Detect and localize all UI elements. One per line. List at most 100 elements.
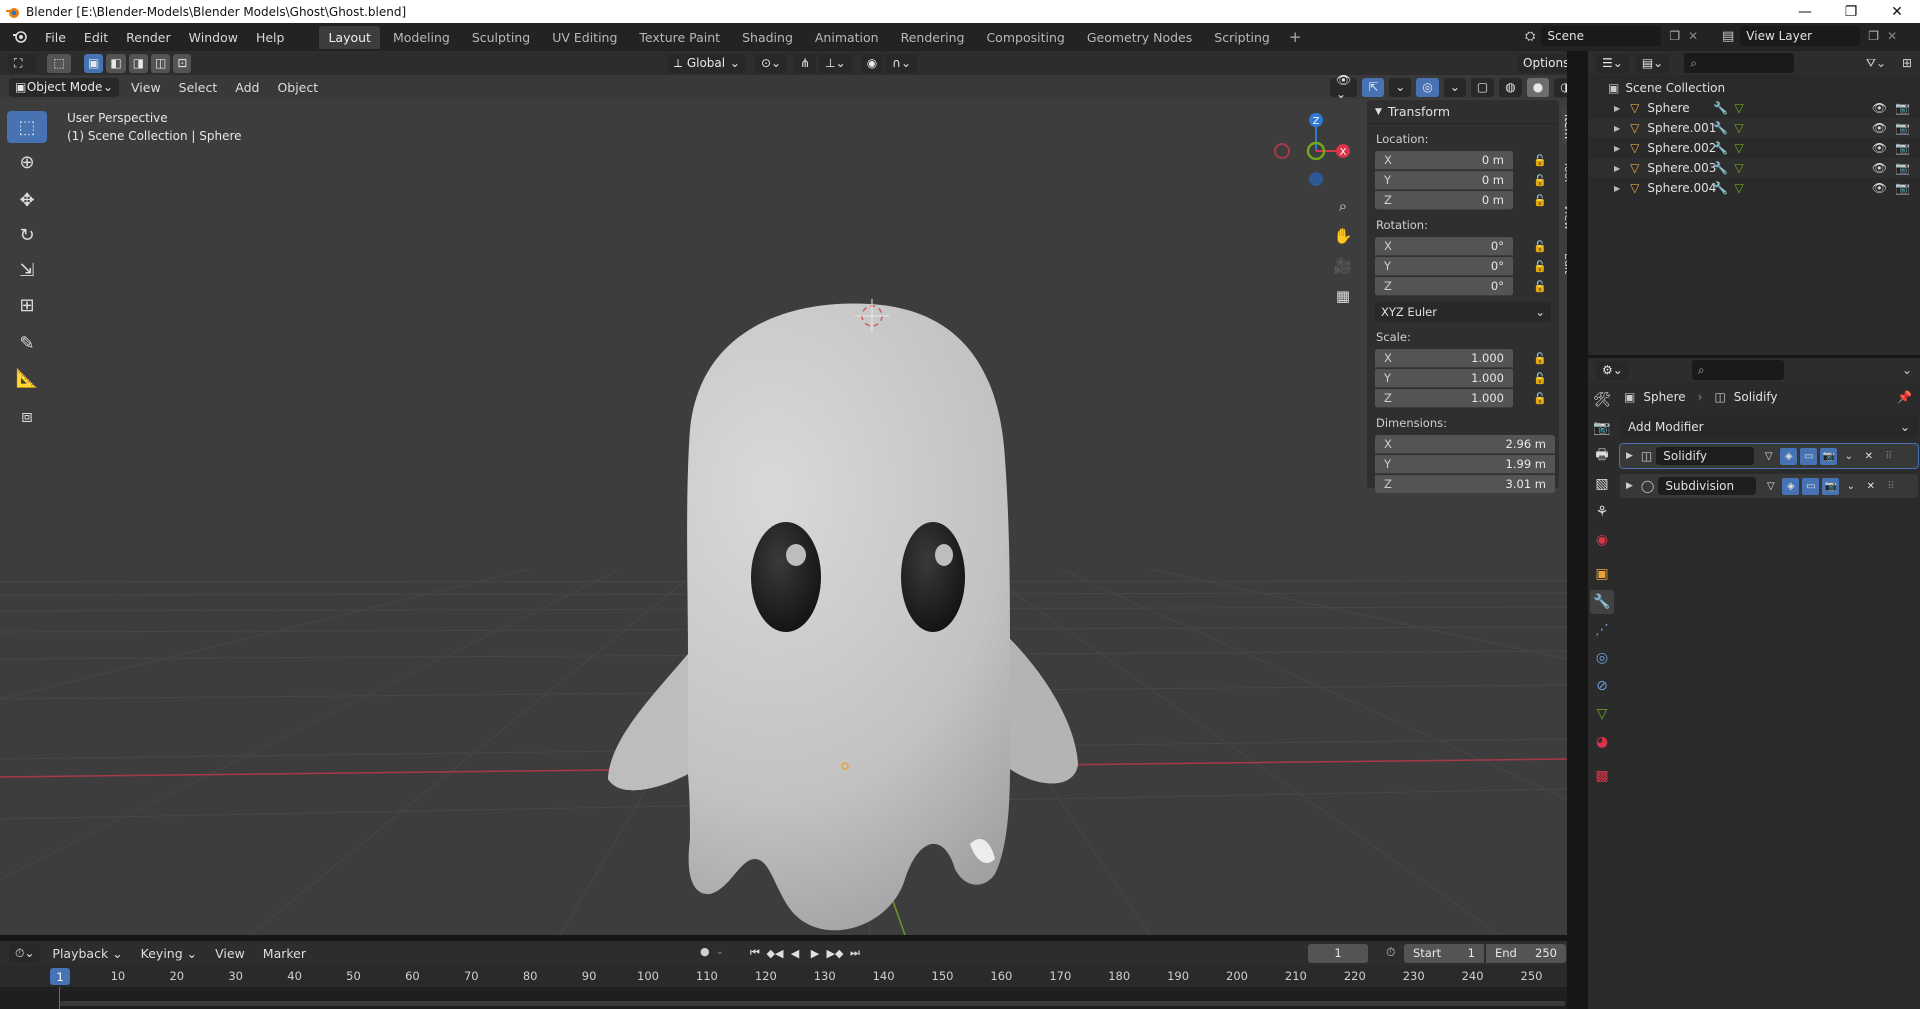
tab-animation[interactable]: Animation [806,26,888,49]
mesh-data-icon[interactable]: ▽ [1734,161,1743,175]
expand-arrow-icon[interactable]: ▶ [1626,451,1633,461]
tab-geometry-nodes[interactable]: Geometry Nodes [1078,26,1201,49]
filter-icon[interactable]: ⛛⌄ [1866,56,1886,71]
select-mode-new-icon[interactable]: ▣ [84,53,104,73]
play-icon[interactable]: ▶ [805,943,825,963]
expand-arrow-icon[interactable]: ▶ [1614,184,1620,193]
mesh-data-icon[interactable]: ▽ [1734,141,1743,155]
camera-view-icon[interactable]: 🎥 [1330,253,1356,279]
minimize-button[interactable]: — [1782,0,1828,23]
view-layer-name-field[interactable]: View Layer [1740,26,1861,46]
render-icon[interactable]: 📷 [1820,447,1838,465]
add-cube-tool-icon[interactable]: ⧈ [7,400,47,432]
menu-view[interactable]: View [122,80,170,95]
object-tab-icon[interactable]: ▣ [1590,562,1614,586]
view-layer-browse-icon[interactable]: ▤ [1722,29,1734,44]
modifier-subdivision[interactable]: ▶ ◯ Subdivision ▽ ◈ ▭ 📷 ⌄ ✕ ⠿ [1620,474,1918,498]
overlay-toggle-icon[interactable]: ◎ [1416,77,1439,97]
rotation-y-field[interactable]: Y 0° [1375,256,1513,276]
lock-icon[interactable]: 🔓 [1533,174,1547,187]
tab-sculpting[interactable]: Sculpting [463,26,539,49]
view-layer-tab-icon[interactable]: ▧ [1590,472,1614,496]
timeline-scrollbar[interactable] [60,1001,1565,1006]
modifier-wrench-icon[interactable]: 🔧 [1713,121,1728,135]
tab-layout[interactable]: Layout [319,25,380,49]
menu-add[interactable]: Add [226,80,268,95]
select-tool-icon[interactable]: ⬚ [47,53,71,73]
new-collection-icon[interactable]: ⊞ [1902,56,1912,70]
texture-tab-icon[interactable]: ▩ [1590,764,1614,788]
camera-icon[interactable]: 📷 [1895,161,1910,175]
measure-tool-icon[interactable]: 📐 [7,362,47,394]
expand-arrow-icon[interactable]: ▶ [1626,481,1633,491]
data-tab-icon[interactable]: ▽ [1590,702,1614,726]
outliner-item[interactable]: ▶ ▽ Sphere 🔧 ▽ 👁 📷 [1588,98,1920,118]
cursor-tool-icon[interactable]: ⊕ [7,146,47,178]
add-workspace-button[interactable]: + [1283,28,1308,46]
perspective-toggle-icon[interactable]: ▦ [1330,283,1356,309]
view-layer-copy-icon[interactable]: ❐ [1868,29,1879,43]
rotation-mode-dropdown[interactable]: XYZ Euler ⌄ [1375,302,1551,322]
menu-select[interactable]: Select [170,80,227,95]
end-frame-field[interactable]: End 250 [1486,943,1566,963]
edit-mode-icon[interactable]: ◈ [1780,447,1798,465]
expand-arrow-icon[interactable]: ▶ [1614,164,1620,173]
dimensions-z-field[interactable]: Z 3.01 m [1375,474,1555,494]
transform-panel-header[interactable]: ▼ Transform [1367,100,1559,124]
select-mode-extend-icon[interactable]: ◧ [106,53,126,73]
maximize-button[interactable]: ❐ [1828,0,1874,23]
dimensions-x-field[interactable]: X 2.96 m [1375,434,1555,454]
add-modifier-dropdown[interactable]: Add Modifier ⌄ [1620,416,1918,438]
camera-icon[interactable]: 📷 [1895,121,1910,135]
xray-toggle-icon[interactable]: ▢ [1470,77,1495,97]
on-cage-icon[interactable]: ▽ [1760,448,1777,465]
falloff-icon[interactable]: ∩⌄ [886,53,918,73]
camera-icon[interactable]: 📷 [1895,141,1910,155]
annotate-tool-icon[interactable]: ✎ [7,327,47,359]
menu-timeline-view[interactable]: View [206,946,254,961]
menu-file[interactable]: File [36,30,75,45]
lock-icon[interactable]: 🔓 [1533,240,1547,253]
area-divider[interactable] [1588,355,1920,358]
next-keyframe-icon[interactable]: ▶◆ [825,943,845,963]
transform-orientation-dropdown[interactable]: ⟂ Global ⌄ [668,53,746,73]
pivot-point-icon[interactable]: ⊙⌄ [755,53,788,73]
menu-help[interactable]: Help [247,30,294,45]
outliner-item[interactable]: ▶ ▽ Sphere.001 🔧 ▽ 👁 📷 [1588,118,1920,138]
location-y-field[interactable]: Y 0 m [1375,170,1513,190]
outliner-editor-type-icon[interactable]: ☰⌄ [1596,53,1629,73]
eye-icon[interactable]: 👁 [1872,181,1887,195]
edit-mode-icon[interactable]: ◈ [1782,477,1800,495]
lock-icon[interactable]: 🔓 [1533,372,1547,385]
mesh-data-icon[interactable]: ▽ [1734,101,1743,115]
lock-icon[interactable]: 🔓 [1533,352,1547,365]
select-box-tool-icon[interactable]: ⬚ [7,111,47,143]
tab-shading[interactable]: Shading [733,26,802,49]
modifier-wrench-icon[interactable]: 🔧 [1713,181,1728,195]
modifier-menu-icon[interactable]: ⌄ [1842,478,1859,495]
rotate-tool-icon[interactable]: ↻ [7,219,47,251]
timeline-body[interactable] [0,987,1567,1009]
close-button[interactable]: ✕ [1874,0,1920,23]
display-mode-icon[interactable]: ▤⌄ [1635,53,1670,73]
remove-modifier-icon[interactable]: ✕ [1862,478,1879,495]
on-cage-icon[interactable]: ▽ [1762,478,1779,495]
tab-scripting[interactable]: Scripting [1205,26,1279,49]
mesh-data-icon[interactable]: ▽ [1734,121,1743,135]
tab-uv-editing[interactable]: UV Editing [543,26,626,49]
ghost-object[interactable] [608,303,1078,931]
modifier-name-field[interactable]: Subdivision [1658,477,1757,495]
scene-tab-icon[interactable]: ⚘ [1590,500,1614,524]
area-divider[interactable] [0,935,1567,941]
tab-compositing[interactable]: Compositing [977,26,1073,49]
gizmo-neg-z-icon[interactable] [1309,172,1323,186]
solid-shading-icon[interactable]: ● [1526,77,1550,97]
drag-handle-icon[interactable]: ⠿ [1882,478,1899,495]
select-mode-invert-icon[interactable]: ◫ [151,53,171,73]
pin-icon[interactable]: 📌 [1897,390,1912,404]
scale-z-field[interactable]: Z 1.000 [1375,388,1513,408]
world-tab-icon[interactable]: ◉ [1590,528,1614,552]
editor-type-icon[interactable]: ⛶ [8,53,36,73]
material-tab-icon[interactable]: ◕ [1590,730,1614,754]
lock-icon[interactable]: 🔓 [1533,260,1547,273]
